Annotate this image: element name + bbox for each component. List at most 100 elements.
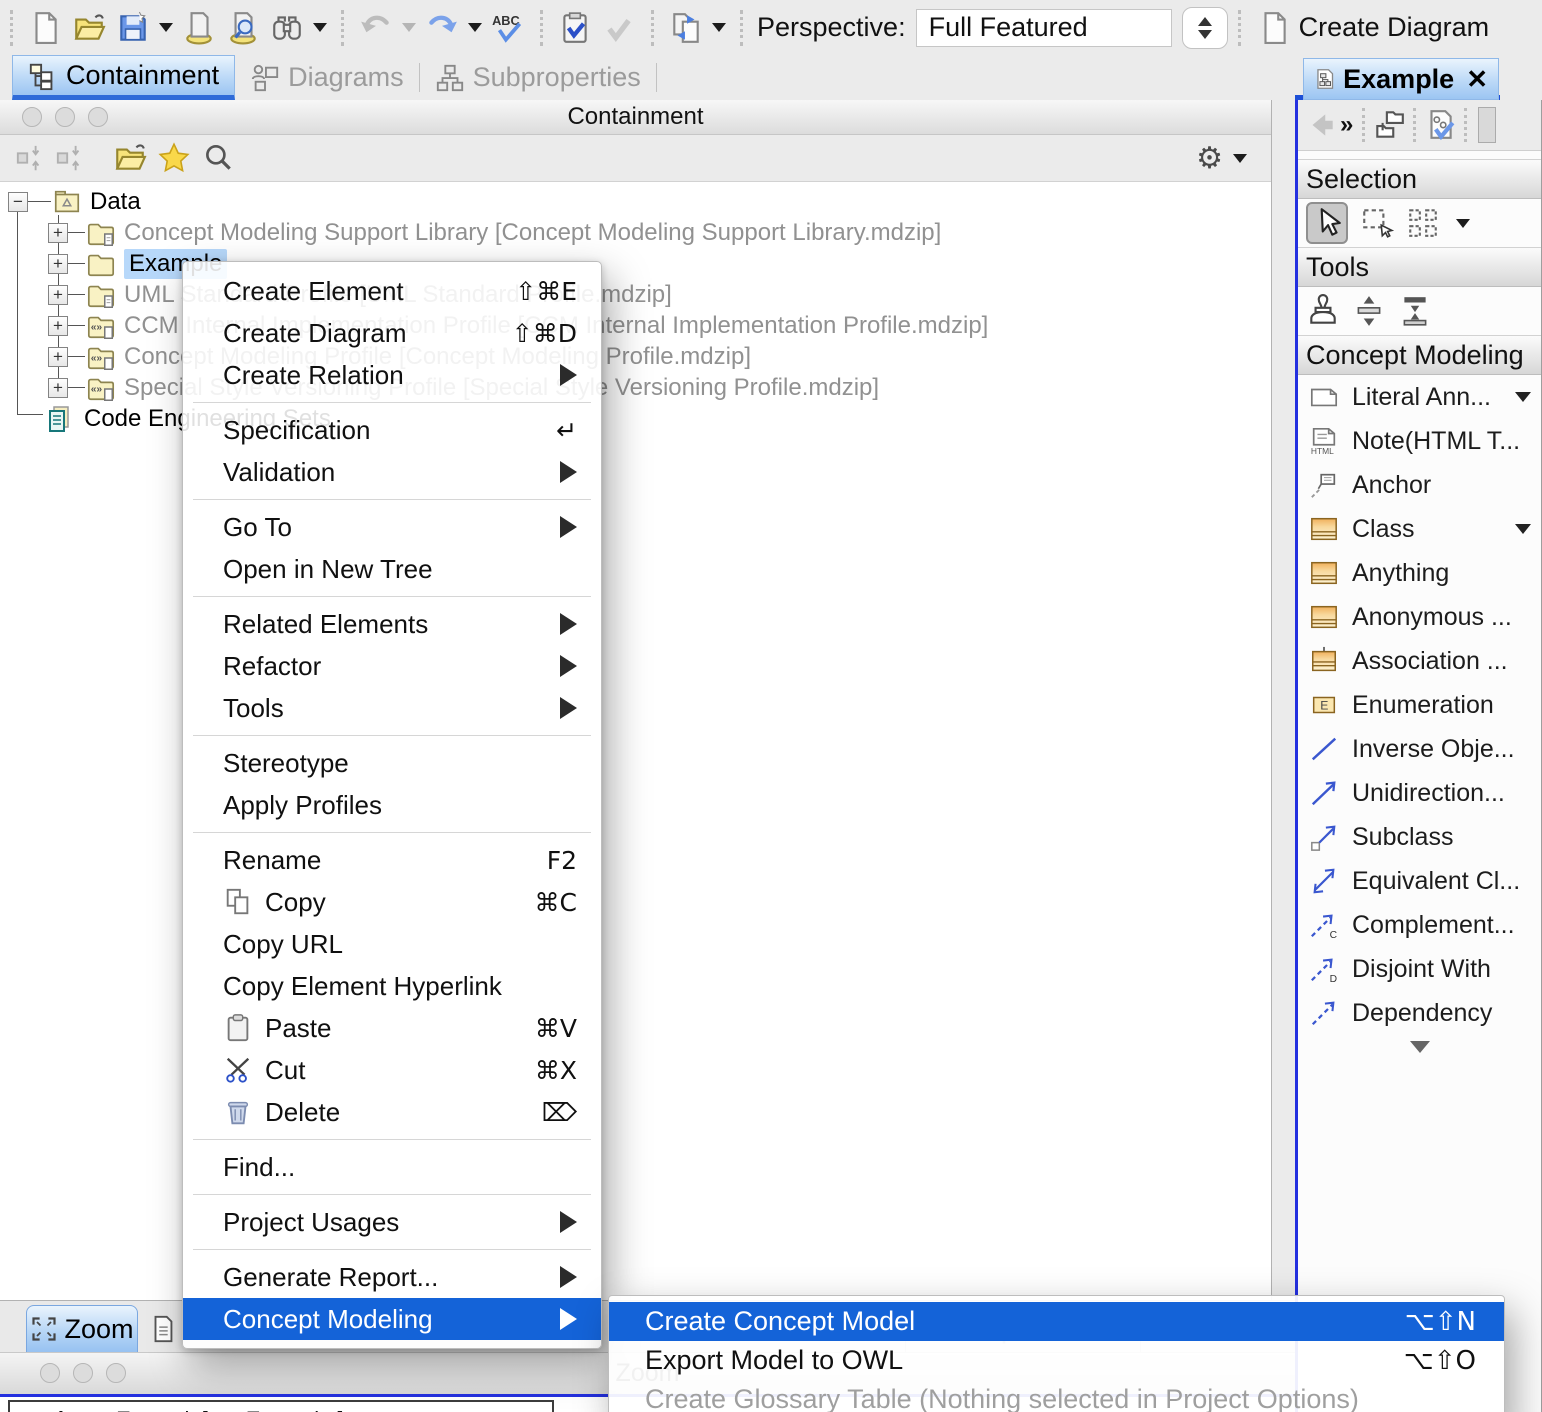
new-project-icon[interactable]	[28, 11, 62, 45]
window-controls[interactable]	[22, 107, 108, 127]
menu-item-generate-report[interactable]: Generate Report...	[183, 1256, 601, 1298]
expand-toggle-icon[interactable]: +	[48, 254, 68, 274]
find-icon[interactable]	[270, 11, 304, 45]
model-transfer-icon[interactable]	[669, 11, 703, 45]
package-frame-header[interactable]: package Example[ Example ]	[8, 1400, 554, 1412]
tab-diagrams[interactable]: Diagrams	[235, 55, 419, 100]
menu-item-paste[interactable]: Paste⌘V	[183, 1007, 601, 1049]
chevron-down-icon[interactable]	[1515, 392, 1531, 402]
find-dropdown-icon[interactable]	[313, 23, 327, 32]
expand-toggle-icon[interactable]: +	[48, 285, 68, 305]
menu-item-create-relation[interactable]: Create Relation	[183, 354, 601, 396]
menu-item-create-element[interactable]: Create Element⇧⌘E	[183, 270, 601, 312]
overflow-chevron-icon[interactable]: »	[1340, 111, 1353, 139]
tab-containment[interactable]: Containment	[12, 55, 235, 100]
menu-item-go-to[interactable]: Go To	[183, 506, 601, 548]
tab-zoom[interactable]: Zoom	[26, 1305, 138, 1353]
close-icon[interactable]: ✕	[1466, 64, 1488, 95]
window-controls[interactable]	[40, 1363, 126, 1383]
menu-item-tools[interactable]: Tools	[183, 687, 601, 729]
collapse-toggle-icon[interactable]: −	[8, 192, 28, 212]
multi-select-icon[interactable]	[1406, 206, 1440, 240]
tab-subproperties[interactable]: Subproperties	[420, 55, 656, 100]
validation-results-icon[interactable]	[558, 11, 592, 45]
palette-item-disjoint-with[interactable]: Disjoint With	[1298, 947, 1541, 991]
model-transfer-dropdown-icon[interactable]	[712, 23, 726, 32]
menu-item-related-elements[interactable]: Related Elements	[183, 603, 601, 645]
diagram-validation-icon[interactable]	[1423, 108, 1457, 142]
palette-item-anchor[interactable]: Anchor	[1298, 463, 1541, 507]
options-gear-icon[interactable]: ⚙	[1196, 141, 1223, 176]
perspective-stepper[interactable]	[1182, 7, 1228, 49]
menu-item-validation[interactable]: Validation	[183, 451, 601, 493]
palette-item-unidirection[interactable]: Unidirection...	[1298, 771, 1541, 815]
expand-toggle-icon[interactable]: +	[48, 378, 68, 398]
menu-item-find[interactable]: Find...	[183, 1146, 601, 1188]
submenu-item-create-concept-model[interactable]: Create Concept Model⌥⇧N	[609, 1302, 1504, 1341]
quick-search-icon[interactable]	[201, 141, 235, 175]
clipped-toolbar-icon[interactable]	[1478, 107, 1496, 143]
stamp-tool-icon[interactable]	[1306, 294, 1340, 328]
menu-item-create-diagram[interactable]: Create Diagram⇧⌘D	[183, 312, 601, 354]
tree-label[interactable]: Data	[90, 188, 141, 216]
palette-item-anonymous[interactable]: Anonymous ...	[1298, 595, 1541, 639]
menu-item-apply-profiles[interactable]: Apply Profiles	[183, 784, 601, 826]
print-icon[interactable]	[182, 11, 216, 45]
expand-toggle-icon[interactable]: +	[48, 347, 68, 367]
menu-item-copy[interactable]: Copy⌘C	[183, 881, 601, 923]
marquee-select-icon[interactable]	[1360, 206, 1394, 240]
create-diagram-button[interactable]: Create Diagram	[1257, 11, 1490, 45]
open-project-icon[interactable]	[72, 11, 106, 45]
palette-item-inverse-obje[interactable]: Inverse Obje...	[1298, 727, 1541, 771]
vertical-collapse-icon[interactable]	[1398, 294, 1432, 328]
favorites-icon[interactable]	[157, 141, 191, 175]
menu-item-stereotype[interactable]: Stereotype	[183, 742, 601, 784]
select-cursor-button[interactable]	[1306, 202, 1348, 244]
tree-label[interactable]: Concept Modeling Support Library [Concep…	[124, 219, 941, 247]
submenu-item-export-model-to-owl[interactable]: Export Model to OWL⌥⇧O	[609, 1341, 1504, 1380]
palette-item-literal-ann[interactable]: Literal Ann...	[1298, 375, 1541, 419]
perspective-select[interactable]: Full Featured	[916, 9, 1172, 47]
palette-item-complement[interactable]: Complement...	[1298, 903, 1541, 947]
redo-icon[interactable]	[425, 11, 459, 45]
palette-item-subclass[interactable]: Subclass	[1298, 815, 1541, 859]
menu-item-concept-modeling[interactable]: Concept Modeling	[183, 1298, 601, 1340]
undo-icon[interactable]	[359, 11, 393, 45]
save-dropdown-icon[interactable]	[159, 23, 173, 32]
menu-item-copy-element-hyperlink[interactable]: Copy Element Hyperlink	[183, 965, 601, 1007]
selection-dropdown-icon[interactable]	[1456, 219, 1470, 228]
options-dropdown-icon[interactable]	[1233, 154, 1247, 163]
menu-item-cut[interactable]: Cut⌘X	[183, 1049, 601, 1091]
collapse-all-icon[interactable]	[15, 143, 45, 173]
palette-item-class[interactable]: Class	[1298, 507, 1541, 551]
expand-toggle-icon[interactable]: +	[48, 223, 68, 243]
menu-item-open-in-new-tree[interactable]: Open in New Tree	[183, 548, 601, 590]
menu-item-copy-url[interactable]: Copy URL	[183, 923, 601, 965]
palette-item-note-html-t[interactable]: Note(HTML T...	[1298, 419, 1541, 463]
spell-check-icon[interactable]	[491, 11, 525, 45]
palette-item-association[interactable]: Association ...	[1298, 639, 1541, 683]
tree-row-concept-modeling-support-library[interactable]: + Concept Modeling Support Library [Conce…	[0, 217, 1271, 248]
print-preview-icon[interactable]	[226, 11, 260, 45]
palette-section-tools[interactable]: Tools	[1298, 247, 1541, 287]
palette-item-equivalent-cl[interactable]: Equivalent Cl...	[1298, 859, 1541, 903]
chevron-down-icon[interactable]	[1515, 524, 1531, 534]
undo-dropdown-icon[interactable]	[402, 23, 416, 32]
palette-section-selection[interactable]: Selection	[1298, 159, 1541, 199]
commit-check-icon[interactable]	[602, 11, 636, 45]
menu-item-delete[interactable]: Delete⌦	[183, 1091, 601, 1133]
palette-item-enumeration[interactable]: Enumeration	[1298, 683, 1541, 727]
menu-item-specification[interactable]: Specification↵	[183, 409, 601, 451]
open-in-tree-icon[interactable]	[113, 141, 147, 175]
containment-tree-icon[interactable]	[1372, 108, 1406, 142]
palette-scroll-more-icon[interactable]	[1298, 1035, 1541, 1053]
palette-item-dependency[interactable]: Dependency	[1298, 991, 1541, 1035]
palette-section-concept-modeling[interactable]: Concept Modeling	[1298, 335, 1541, 375]
vertical-expand-icon[interactable]	[1352, 294, 1386, 328]
menu-item-project-usages[interactable]: Project Usages	[183, 1201, 601, 1243]
menu-item-rename[interactable]: RenameF2	[183, 839, 601, 881]
save-project-icon[interactable]	[116, 11, 150, 45]
palette-item-anything[interactable]: Anything	[1298, 551, 1541, 595]
expand-toggle-icon[interactable]: +	[48, 316, 68, 336]
collapse-selected-icon[interactable]	[55, 143, 85, 173]
